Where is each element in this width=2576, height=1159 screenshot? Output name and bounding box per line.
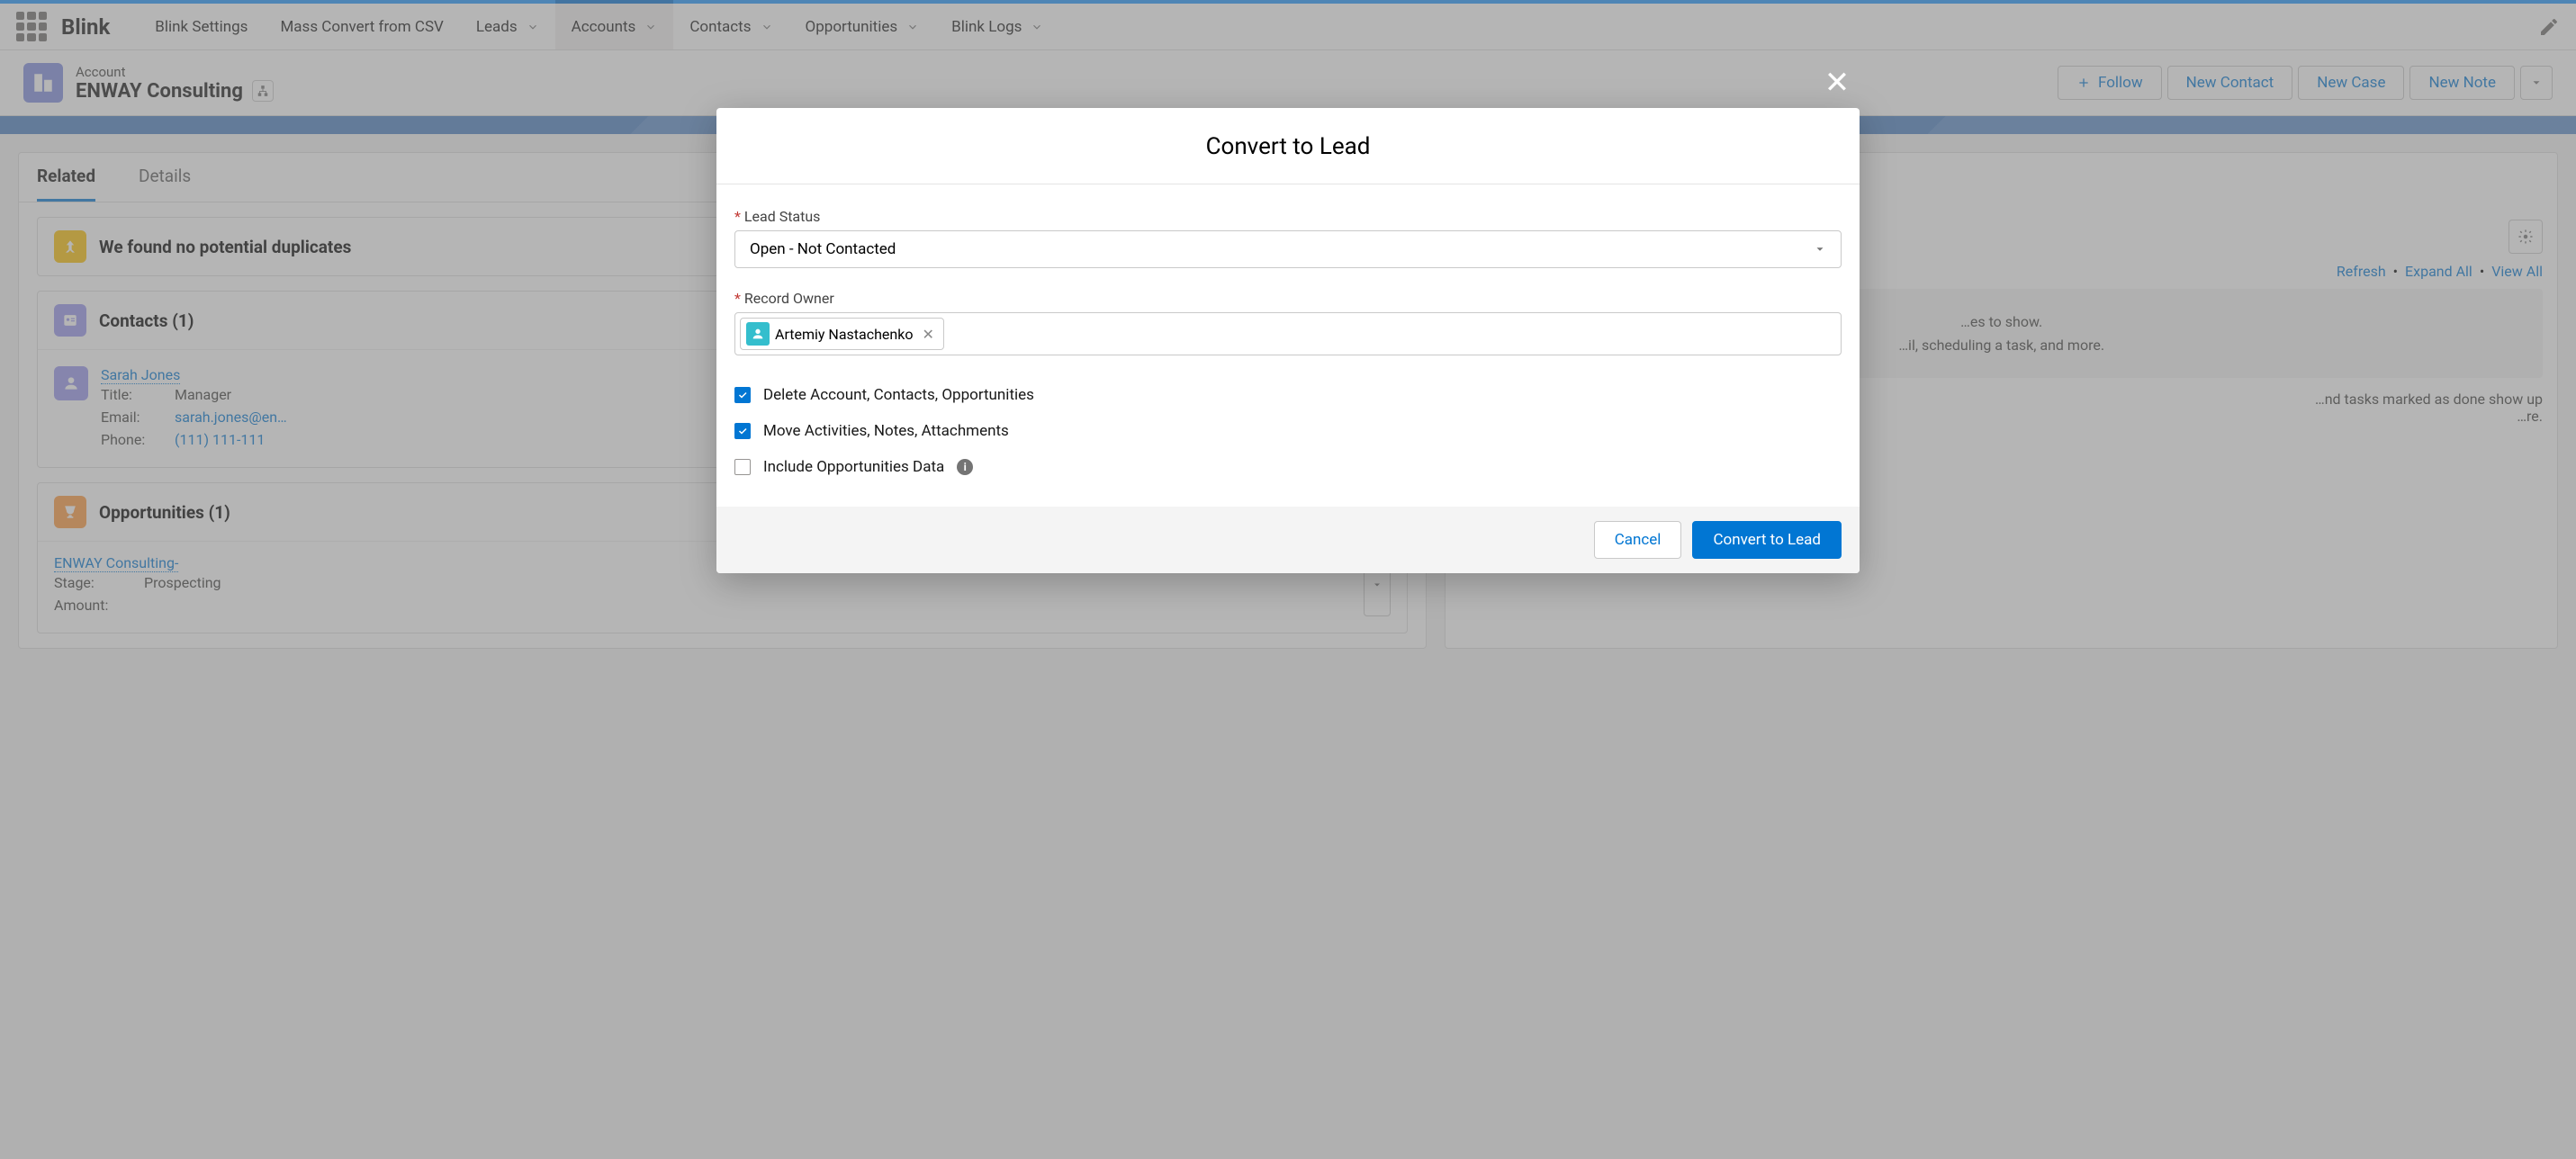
- convert-to-lead-modal: Convert to Lead *Lead Status Open - Not …: [716, 108, 1860, 573]
- delete-checkbox[interactable]: [734, 387, 751, 403]
- record-owner-label: *Record Owner: [734, 290, 1842, 307]
- chevron-down-icon: [1814, 243, 1826, 256]
- include-opp-checkbox[interactable]: [734, 459, 751, 475]
- include-opp-checkbox-row[interactable]: Include Opportunities Data i: [734, 449, 1842, 485]
- lead-status-value: Open - Not Contacted: [750, 240, 896, 258]
- move-checkbox-row[interactable]: Move Activities, Notes, Attachments: [734, 413, 1842, 449]
- record-owner-label-text: Record Owner: [744, 290, 834, 307]
- user-avatar-icon: [746, 322, 770, 346]
- remove-owner-button[interactable]: ✕: [922, 326, 933, 343]
- check-icon: [737, 426, 748, 436]
- record-owner-name: Artemiy Nastachenko: [775, 326, 913, 343]
- info-icon[interactable]: i: [957, 459, 973, 475]
- cancel-button[interactable]: Cancel: [1594, 521, 1682, 559]
- move-checkbox-label: Move Activities, Notes, Attachments: [763, 422, 1009, 440]
- check-icon: [737, 390, 748, 400]
- delete-checkbox-row[interactable]: Delete Account, Contacts, Opportunities: [734, 377, 1842, 413]
- modal-footer: Cancel Convert to Lead: [716, 507, 1860, 573]
- record-owner-pill: Artemiy Nastachenko ✕: [740, 318, 944, 350]
- convert-to-lead-button[interactable]: Convert to Lead: [1692, 521, 1842, 559]
- record-owner-input[interactable]: Artemiy Nastachenko ✕: [734, 312, 1842, 355]
- lead-status-label: *Lead Status: [734, 208, 1842, 225]
- lead-status-combobox[interactable]: Open - Not Contacted: [734, 230, 1842, 268]
- include-opp-checkbox-label: Include Opportunities Data: [763, 458, 944, 476]
- modal-close-button[interactable]: ✕: [1824, 65, 1851, 101]
- modal-title: Convert to Lead: [716, 108, 1860, 184]
- move-checkbox[interactable]: [734, 423, 751, 439]
- lead-status-label-text: Lead Status: [744, 208, 821, 225]
- delete-checkbox-label: Delete Account, Contacts, Opportunities: [763, 386, 1034, 404]
- modal-overlay[interactable]: ✕ Convert to Lead *Lead Status Open - No…: [0, 0, 2576, 1159]
